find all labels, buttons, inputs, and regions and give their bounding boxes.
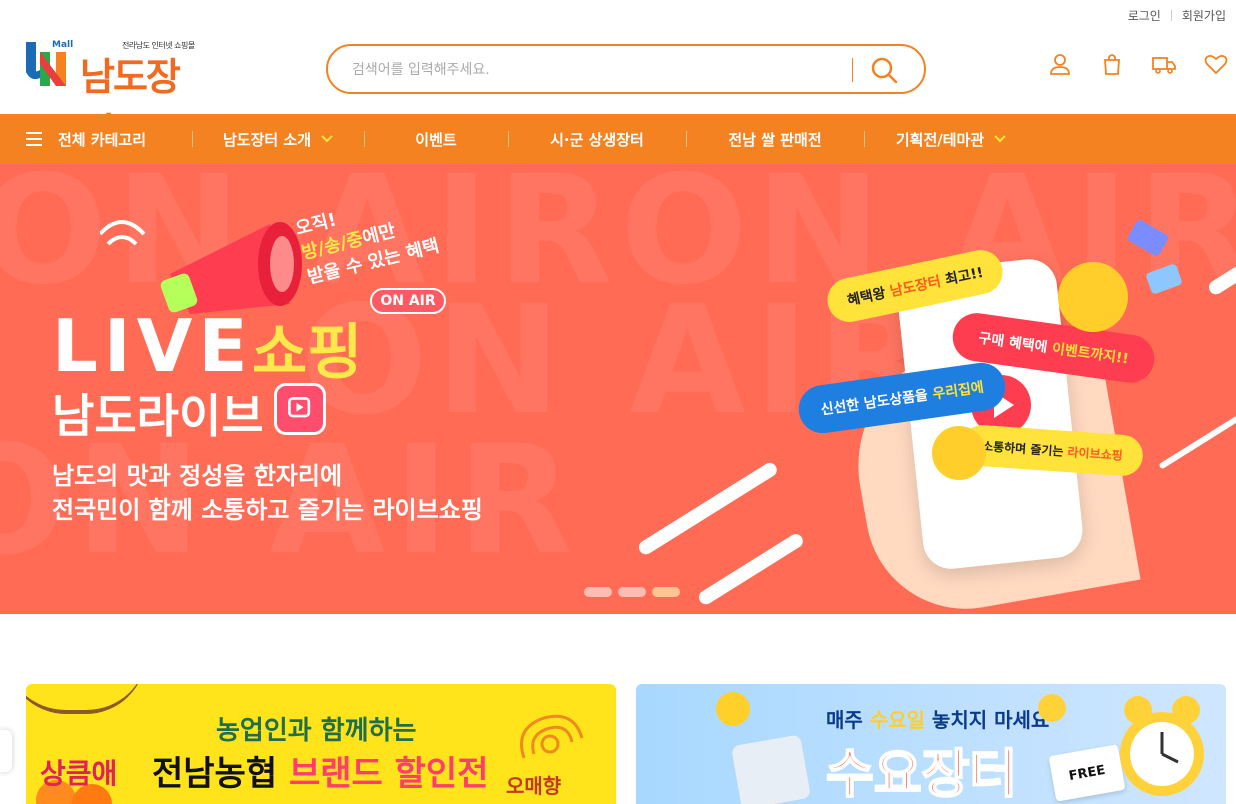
on-air-badge: ON AIR bbox=[370, 288, 446, 314]
promo1-brand: 상큼애 bbox=[40, 757, 118, 790]
bubble-highlight: 라이브쇼핑 bbox=[1067, 445, 1124, 463]
site-header: Mall 전라남도 인터넷 쇼핑몰 남도장터 bbox=[0, 28, 1236, 154]
bubble-text: 최고!! bbox=[939, 264, 985, 290]
user-icon[interactable] bbox=[1048, 52, 1072, 76]
banner-stripe bbox=[696, 531, 806, 607]
all-categories-label: 전체 카테고리 bbox=[58, 130, 147, 149]
nav-item-theme[interactable]: 기획전/테마관 bbox=[864, 114, 1038, 164]
top-utility-bar: 로그인 회원가입 bbox=[0, 0, 1236, 30]
promo-banner-nonghyup[interactable]: 농업인과 함께하는 전남농협 브랜드 할인전 상큼애 오매향 bbox=[26, 684, 616, 804]
smile-emoji-icon bbox=[1038, 694, 1066, 722]
promo1-line-2b: 브랜드 할인전 bbox=[288, 754, 489, 794]
promo2-line-1a: 매주 bbox=[826, 708, 870, 732]
side-quick-tab[interactable] bbox=[0, 730, 12, 772]
bubble-text: 신선한 남도상품을 bbox=[819, 386, 934, 419]
login-link[interactable]: 로그인 bbox=[1128, 7, 1161, 24]
slide-dot-active[interactable] bbox=[652, 587, 680, 597]
omaehyang-logo-icon bbox=[520, 714, 584, 759]
search-divider bbox=[852, 58, 853, 82]
banner-namdo-live: 남도라이브 bbox=[52, 389, 264, 443]
all-categories-button[interactable]: 전체 카테고리 bbox=[26, 114, 146, 164]
play-icon bbox=[274, 383, 326, 435]
nav-item-event[interactable]: 이벤트 bbox=[364, 114, 508, 164]
nav-item-namdo-intro[interactable]: 남도장터 소개 bbox=[192, 114, 364, 164]
nav-menu: 남도장터 소개 이벤트 시·군 상생장터 전남 쌀 판매전 기획전/테마관 bbox=[192, 114, 1038, 164]
chevron-down-icon bbox=[994, 135, 1006, 143]
banner-stripe bbox=[1158, 406, 1236, 470]
promo1-brand-right: 오매향 bbox=[506, 774, 562, 798]
top-links: 로그인 회원가입 bbox=[1128, 7, 1226, 24]
nav-item-label: 이벤트 bbox=[415, 130, 457, 149]
promo2-line-1: 매주 수요일 놓치지 마세요 bbox=[826, 704, 1049, 733]
promo1-line-2a: 전남농협 bbox=[152, 754, 289, 794]
bubble-text: 구매 혜택에 bbox=[977, 330, 1054, 357]
slide-dot[interactable] bbox=[618, 587, 646, 597]
heart-eyes-emoji-icon bbox=[1058, 262, 1128, 332]
heart-icon[interactable] bbox=[1204, 52, 1228, 76]
coin-decoration bbox=[716, 692, 750, 726]
nav-item-city-market[interactable]: 시·군 상생장터 bbox=[508, 114, 686, 164]
bubble-highlight: 우리집에 bbox=[931, 379, 985, 403]
alarm-clock-icon bbox=[1120, 696, 1204, 796]
mall-badge: Mall bbox=[52, 40, 74, 50]
banner-shopping-title: 쇼핑 bbox=[252, 318, 363, 388]
site-logo[interactable]: Mall 전라남도 인터넷 쇼핑몰 남도장터 bbox=[26, 32, 208, 154]
promo-banner-wednesday[interactable]: 매주 수요일 놓치지 마세요 수요장터 FREE bbox=[636, 684, 1226, 804]
banner-pagination bbox=[584, 587, 680, 597]
banner-stripe bbox=[636, 460, 780, 557]
top-links-divider bbox=[1170, 10, 1172, 21]
nav-item-rice-sale[interactable]: 전남 쌀 판매전 bbox=[686, 114, 864, 164]
promo2-line-1b: 수요일 bbox=[869, 708, 925, 732]
search-input[interactable] bbox=[352, 58, 852, 82]
cart-icon[interactable] bbox=[1100, 52, 1124, 76]
bubble-highlight: 이벤트까지!! bbox=[1050, 340, 1130, 368]
nav-item-label: 남도장터 소개 bbox=[222, 130, 312, 149]
menu-icon bbox=[26, 132, 42, 146]
promo2-title: 수요장터 bbox=[825, 744, 1018, 804]
bubble-highlight: 남도장터 bbox=[888, 273, 943, 301]
free-shipping-coupon: FREE bbox=[1048, 744, 1126, 802]
bubble-text: 혜택왕 bbox=[846, 284, 892, 310]
chevron-down-icon bbox=[321, 135, 333, 143]
hero-banner[interactable]: ON AIR ON AIR ON AIR ON AIR 오직! 방/송/중에만 … bbox=[0, 164, 1236, 614]
promo2-line-1c: 놓치지 마세요 bbox=[924, 708, 1050, 732]
nav-item-label: 기획전/테마관 bbox=[895, 130, 985, 149]
branch-decoration bbox=[26, 684, 146, 714]
banner-live-title: LIVE bbox=[52, 304, 254, 388]
header-icons bbox=[1048, 52, 1228, 76]
banner-subtitle-1: 남도의 맛과 정성을 한자리에 bbox=[52, 462, 343, 490]
banner-subtitle-2: 전국민이 함께 소통하고 즐기는 라이브쇼핑 bbox=[52, 496, 483, 524]
promo1-line-1: 농업인과 함께하는 bbox=[216, 716, 417, 746]
slide-dot[interactable] bbox=[584, 587, 612, 597]
nav-item-label: 시·군 상생장터 bbox=[550, 130, 644, 149]
basket-illustration bbox=[730, 734, 812, 804]
signup-link[interactable]: 회원가입 bbox=[1182, 7, 1226, 24]
main-nav: 전체 카테고리 남도장터 소개 이벤트 시·군 상생장터 전남 쌀 판매전 기획… bbox=[0, 114, 1236, 164]
promo1-line-2: 전남농협 브랜드 할인전 bbox=[152, 746, 489, 795]
nav-item-label: 전남 쌀 판매전 bbox=[728, 130, 822, 149]
wink-emoji-icon bbox=[932, 426, 986, 480]
search-icon[interactable] bbox=[868, 54, 902, 86]
search-bar bbox=[326, 44, 926, 94]
bubble-text: 소통하며 즐기는 bbox=[981, 439, 1069, 460]
delivery-truck-icon[interactable] bbox=[1152, 52, 1176, 76]
